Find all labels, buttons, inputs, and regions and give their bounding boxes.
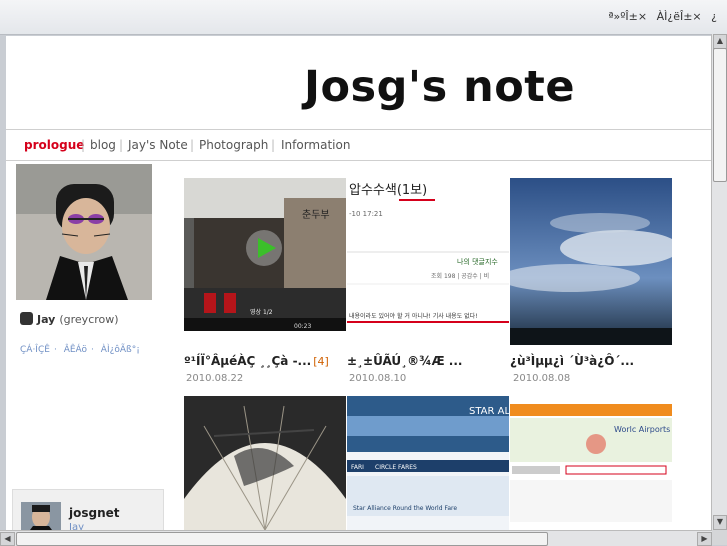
profile-photo-image bbox=[16, 164, 152, 300]
post-title[interactable]: º¹ÍÏ°ÂµéÀÇ ¸¸Çà -... [4] bbox=[184, 354, 329, 368]
blog-title[interactable]: Josg's note bbox=[304, 62, 575, 112]
svg-text:-10 17:21: -10 17:21 bbox=[349, 210, 383, 218]
post-title[interactable]: ±¸±ÛÃÚ¸®¾Æ ... bbox=[347, 354, 462, 368]
post-date: 2010.08.10 bbox=[349, 373, 407, 384]
horizontal-scrollbar[interactable]: ◀ ▶ bbox=[0, 530, 712, 546]
profile-link[interactable]: ÇÁ·ÎÇÊ bbox=[20, 345, 50, 355]
add-neighbor-link[interactable]: ÀÌ¿ôÃß°¡ bbox=[101, 345, 140, 355]
comment-count[interactable]: [4] bbox=[313, 355, 329, 368]
top-links: ª»ºÎ±× ÀÌ¿ëÎ±× ¿ bbox=[602, 10, 717, 23]
svg-text:Star Alliance Round the World: Star Alliance Round the World Fare bbox=[353, 505, 457, 512]
post-title[interactable]: ¿ù³Ìµµ¿ì ´Ù³à¿Ô´... bbox=[510, 354, 634, 368]
thumb-sign-text: 춘두부 bbox=[302, 209, 330, 221]
svg-text:00:23: 00:23 bbox=[294, 323, 311, 330]
post-date: 2010.08.22 bbox=[186, 373, 244, 384]
svg-text:조회 198 | 공감수 | 비: 조회 198 | 공감수 | 비 bbox=[431, 272, 489, 280]
scroll-left-button[interactable]: ◀ bbox=[0, 532, 15, 546]
vertical-scroll-thumb[interactable] bbox=[713, 48, 727, 182]
nav-separator: | bbox=[271, 138, 276, 152]
svg-text:영상 1/2: 영상 1/2 bbox=[250, 308, 273, 316]
svg-text:CIRCLE FARES: CIRCLE FARES bbox=[375, 464, 417, 471]
scroll-up-button[interactable]: ▲ bbox=[713, 34, 727, 49]
profile-handle: (greycrow) bbox=[59, 313, 119, 326]
svg-text:Worlc Airports: Worlc Airports bbox=[614, 425, 670, 434]
top-link-1[interactable]: ª»ºÎ±× bbox=[608, 10, 647, 23]
top-link-3[interactable]: ¿ bbox=[711, 10, 717, 23]
thumb-headline: 압수수색(1보) bbox=[349, 183, 427, 198]
profile-menu: ÇÁ·ÎÇÊ · ÂÊÁö · ÀÌ¿ôÃß°¡ bbox=[20, 345, 140, 355]
blog-nav: prologue | blog | Jay's Note | Photograp… bbox=[6, 129, 712, 161]
message-link[interactable]: ÂÊÁö bbox=[64, 345, 87, 355]
browser-toolbar: ª»ºÎ±× ÀÌ¿ëÎ±× ¿ bbox=[0, 0, 727, 35]
nav-separator: | bbox=[119, 138, 124, 152]
mini-profile[interactable]: josgnet Jay bbox=[12, 489, 164, 530]
horizontal-scroll-thumb[interactable] bbox=[16, 532, 548, 546]
scroll-corner bbox=[712, 530, 727, 545]
scroll-down-button[interactable]: ▼ bbox=[713, 515, 727, 530]
nav-separator: | bbox=[190, 138, 195, 152]
svg-text:내용이라도 있어야 할 거 아니냐! 기사 내용도 없다!: 내용이라도 있어야 할 거 아니냐! 기사 내용도 없다! bbox=[349, 312, 478, 320]
nav-item-prologue[interactable]: prologue bbox=[24, 138, 84, 152]
nav-separator: | bbox=[81, 138, 86, 152]
cat-icon bbox=[20, 312, 33, 325]
post-thumbnail[interactable]: Worlc Airports bbox=[510, 396, 672, 530]
profile-name[interactable]: Jay bbox=[37, 313, 55, 326]
top-link-2[interactable]: ÀÌ¿ëÎ±× bbox=[657, 10, 702, 23]
vertical-scrollbar[interactable]: ▲ ▼ bbox=[711, 34, 727, 530]
post-thumbnail[interactable]: 압수수색(1보) -10 17:21 나의 댓글지수 조회 198 | 공감수 … bbox=[347, 178, 509, 331]
scroll-right-button[interactable]: ▶ bbox=[697, 532, 712, 546]
nav-item-jays-note[interactable]: Jay's Note bbox=[128, 138, 188, 152]
post-thumbnail[interactable]: 춘두부 00:23 영상 1/2 bbox=[184, 178, 346, 331]
mini-sub[interactable]: Jay bbox=[69, 522, 84, 530]
profile-user: Jay (greycrow) bbox=[20, 312, 119, 326]
blog-page: Josg's note prologue | blog | Jay's Note… bbox=[6, 36, 712, 530]
nav-item-photograph[interactable]: Photograph bbox=[199, 138, 268, 152]
nav-item-blog[interactable]: blog bbox=[90, 138, 116, 152]
post-date: 2010.08.08 bbox=[513, 373, 571, 384]
mini-name[interactable]: josgnet bbox=[69, 506, 120, 520]
mini-avatar bbox=[21, 502, 61, 530]
profile-photo[interactable] bbox=[16, 164, 152, 300]
svg-text:STAR AL: STAR AL bbox=[469, 406, 509, 417]
nav-item-information[interactable]: Information bbox=[281, 138, 350, 152]
post-thumbnail[interactable]: STAR AL FARI CIRCLE FARES Star Alliance … bbox=[347, 396, 509, 530]
svg-text:FARI: FARI bbox=[351, 464, 364, 471]
svg-text:나의 댓글지수: 나의 댓글지수 bbox=[457, 257, 498, 266]
post-thumbnail[interactable] bbox=[184, 396, 346, 530]
post-thumbnail[interactable] bbox=[510, 178, 672, 345]
